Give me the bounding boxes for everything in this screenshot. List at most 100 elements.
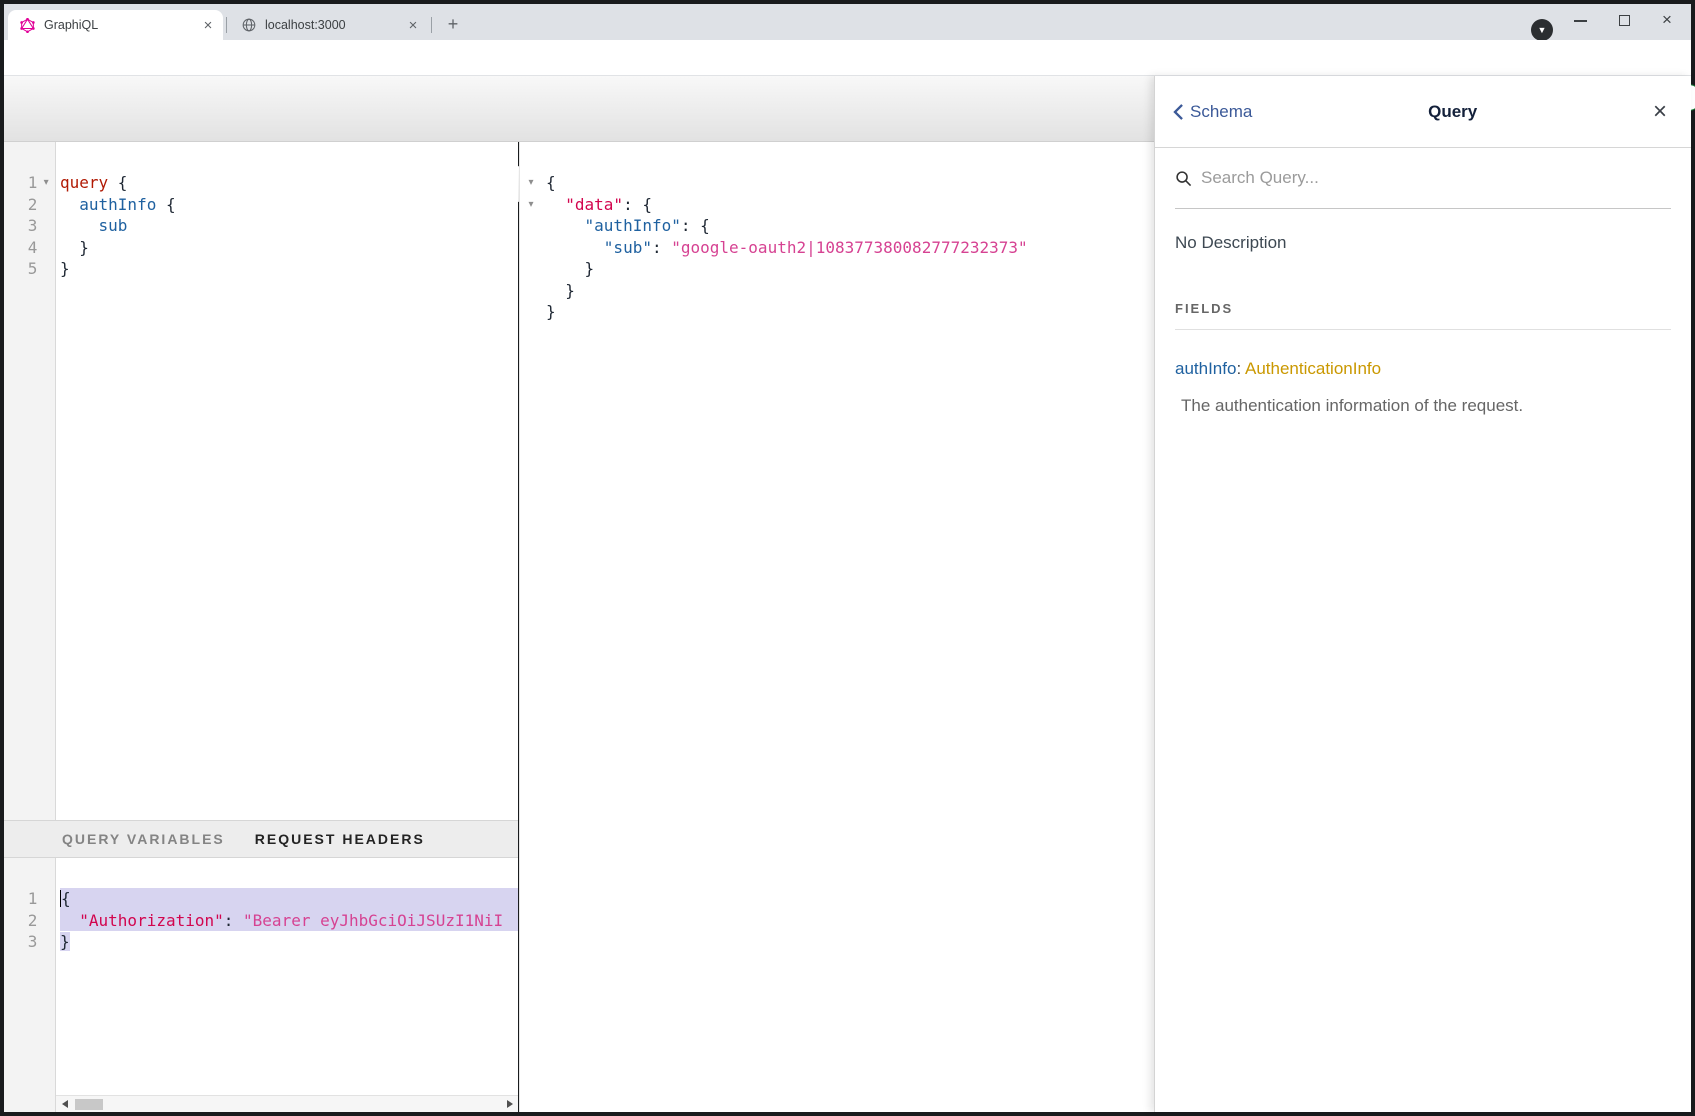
- fold-arrow-empty: [520, 301, 542, 323]
- query-editor-code[interactable]: query { authInfo { sub }}: [56, 142, 518, 820]
- token-prop: "authInfo": [585, 216, 681, 235]
- token-ws: [546, 238, 604, 257]
- doc-field-description: The authentication information of the re…: [1175, 396, 1671, 416]
- fold-arrow-empty: [520, 237, 542, 259]
- doc-field-row: authInfo: AuthenticationInfo: [1175, 359, 1671, 379]
- browser-toolbar: ← → localhost:3000 UO B P: [4, 40, 1691, 76]
- response-fold-gutter: ▾▾: [520, 142, 542, 1112]
- maximize-button[interactable]: [1619, 12, 1635, 28]
- doc-explorer-header: Schema Query ×: [1155, 76, 1691, 148]
- doc-close-icon[interactable]: ×: [1653, 102, 1667, 122]
- token-str: "google-oauth2|108377380082777232373": [671, 238, 1027, 257]
- fold-arrow-empty: [37, 888, 55, 910]
- gutter-line: 2: [4, 194, 55, 216]
- scroll-left-arrow[interactable]: [56, 1096, 73, 1113]
- fold-arrow-empty: [37, 258, 55, 280]
- tab-title: GraphiQL: [44, 18, 98, 32]
- line-number: 1: [4, 172, 37, 194]
- code-line: {: [60, 888, 518, 910]
- token-ws: [546, 216, 585, 235]
- line-number: 3: [4, 215, 37, 237]
- doc-back-link[interactable]: Schema: [1173, 102, 1252, 122]
- gutter-line: [520, 237, 542, 259]
- new-tab-button[interactable]: +: [441, 13, 465, 37]
- gutter-line: ▾: [520, 194, 542, 216]
- line-number: 2: [4, 910, 37, 932]
- doc-field-type[interactable]: AuthenticationInfo: [1245, 359, 1381, 378]
- code-line: "sub": "google-oauth2|108377380082777232…: [546, 237, 1154, 259]
- token-pun: :: [652, 238, 671, 257]
- token-pun: }: [546, 281, 575, 300]
- doc-back-label: Schema: [1190, 102, 1252, 122]
- line-number: 3: [4, 931, 37, 953]
- token-def: "data": [565, 195, 623, 214]
- token-def: "Authorization": [79, 911, 224, 930]
- gutter-line: [520, 280, 542, 302]
- graphql-logo-icon: [20, 18, 35, 33]
- request-headers-editor[interactable]: 123 { "Authorization": "Bearer eyJhbGciO…: [4, 858, 518, 1095]
- fold-arrow-empty: [37, 215, 55, 237]
- token-pun: }: [60, 932, 70, 951]
- gutter-line: [520, 301, 542, 323]
- window-caret-button[interactable]: ▼: [1531, 19, 1553, 41]
- query-editor[interactable]: 1▾2345 query { authInfo { sub }}: [4, 142, 518, 820]
- globe-icon: [242, 18, 256, 32]
- fold-arrow-empty: [37, 237, 55, 259]
- doc-fields-label: FIELDS: [1175, 301, 1671, 330]
- tab-strip: GraphiQL × localhost:3000 × + ▼ ×: [4, 4, 1691, 40]
- tab-close-icon[interactable]: ×: [404, 17, 422, 34]
- fold-arrow-empty: [520, 280, 542, 302]
- graphiql-toolbar: GraphiQL Prettify Merge Copy History Sha…: [4, 76, 1154, 142]
- tab-graphiql[interactable]: GraphiQL ×: [8, 10, 223, 40]
- tab-query-variables[interactable]: QUERY VARIABLES: [62, 831, 225, 847]
- headers-editor-code[interactable]: { "Authorization": "Bearer eyJhbGciOiJSU…: [56, 858, 518, 1095]
- gutter-line: [520, 215, 542, 237]
- code-line: }: [546, 258, 1154, 280]
- horizontal-scrollbar[interactable]: [56, 1095, 518, 1112]
- fold-arrow-empty: [37, 910, 55, 932]
- search-icon: [1175, 170, 1192, 187]
- fold-arrow-icon[interactable]: ▾: [520, 194, 542, 216]
- gutter-line: 5: [4, 258, 55, 280]
- browser-window: GraphiQL × localhost:3000 × + ▼ × ← →: [0, 0, 1695, 1116]
- fold-arrow-icon[interactable]: ▾: [520, 172, 542, 194]
- token-pun: }: [60, 259, 70, 278]
- token-pun: {: [156, 195, 175, 214]
- tab-localhost[interactable]: localhost:3000 ×: [228, 10, 428, 40]
- gutter-line: ▾: [520, 172, 542, 194]
- scroll-right-arrow[interactable]: [501, 1096, 518, 1113]
- code-line: "authInfo": {: [546, 215, 1154, 237]
- token-prop: "sub": [604, 238, 652, 257]
- token-pun: : {: [681, 216, 710, 235]
- token-pun: {: [61, 889, 71, 908]
- gutter-line: 1: [4, 888, 55, 910]
- token-ws: [60, 911, 79, 930]
- token-pun: : {: [623, 195, 652, 214]
- token-pun: :: [224, 911, 243, 930]
- doc-title: Query: [1252, 102, 1653, 122]
- token-prop: sub: [99, 216, 128, 235]
- gutter-line: 3: [4, 215, 55, 237]
- token-kw: query: [60, 173, 108, 192]
- doc-no-description: No Description: [1175, 233, 1671, 253]
- doc-body: No Description FIELDS authInfo: Authenti…: [1155, 209, 1691, 416]
- token-ws: [60, 195, 79, 214]
- code-line: "Authorization": "Bearer eyJhbGciOiJSUzI…: [60, 910, 518, 932]
- scrollbar-thumb[interactable]: [75, 1099, 103, 1110]
- tab-separator: [226, 17, 227, 33]
- doc-field-name[interactable]: authInfo: [1175, 359, 1236, 378]
- fold-arrow-icon[interactable]: ▾: [37, 172, 55, 194]
- minimize-button[interactable]: [1574, 12, 1590, 28]
- token-ws: [60, 216, 99, 235]
- tab-request-headers[interactable]: REQUEST HEADERS: [255, 831, 425, 847]
- gutter-line: 3: [4, 931, 55, 953]
- close-window-button[interactable]: ×: [1662, 12, 1678, 28]
- token-pun: }: [546, 259, 594, 278]
- doc-search[interactable]: Search Query...: [1155, 148, 1691, 209]
- code-line: }: [546, 280, 1154, 302]
- gutter-line: [520, 258, 542, 280]
- tab-close-icon[interactable]: ×: [199, 17, 217, 34]
- gutter-filler: [4, 1095, 56, 1112]
- code-line: authInfo {: [60, 194, 518, 216]
- code-line: }: [60, 237, 518, 259]
